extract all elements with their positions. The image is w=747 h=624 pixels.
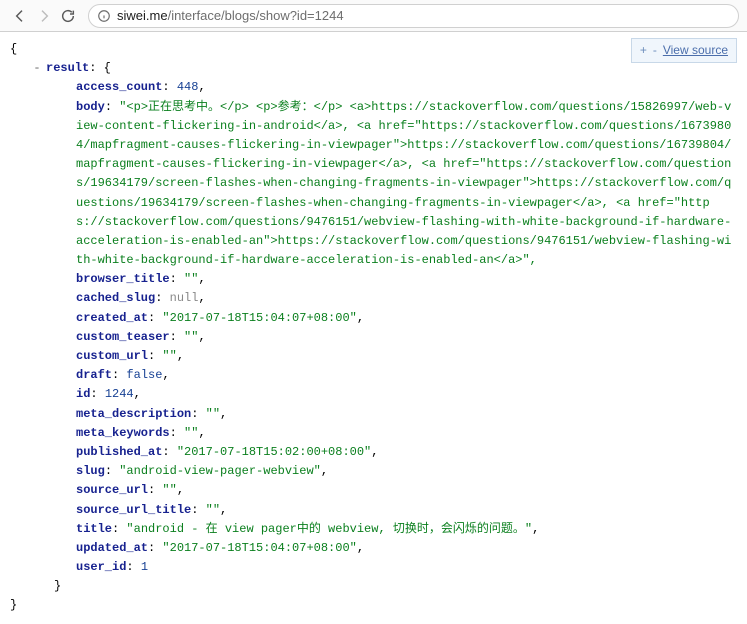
- prop-slug: slug: "android-view-pager-webview",: [10, 462, 737, 481]
- prop-access_count: access_count: 448,: [10, 78, 737, 97]
- view-source-link[interactable]: View source: [663, 41, 728, 60]
- prop-meta_keywords: meta_keywords: "",: [10, 424, 737, 443]
- prop-updated_at: updated_at: "2017-07-18T15:04:07+08:00",: [10, 539, 737, 558]
- result-close-brace: }: [10, 577, 737, 596]
- address-bar[interactable]: siwei.me/interface/blogs/show?id=1244: [88, 4, 739, 28]
- prop-created_at: created_at: "2017-07-18T15:04:07+08:00",: [10, 309, 737, 328]
- prop-id: id: 1244,: [10, 385, 737, 404]
- prop-body-key: body: "<p>正在思考中。</p> <p>参考：</p> <a>https…: [10, 98, 737, 271]
- info-icon: [97, 9, 111, 23]
- prop-published_at: published_at: "2017-07-18T15:02:00+08:00…: [10, 443, 737, 462]
- collapse-all-button[interactable]: -: [653, 41, 657, 60]
- browser-toolbar: siwei.me/interface/blogs/show?id=1244: [0, 0, 747, 32]
- url-text: siwei.me/interface/blogs/show?id=1244: [117, 8, 344, 23]
- json-viewer: + - View source { -result: { access_coun…: [0, 32, 747, 624]
- prop-source_url: source_url: "",: [10, 481, 737, 500]
- prop-draft: draft: false,: [10, 366, 737, 385]
- prop-source_url_title: source_url_title: "",: [10, 501, 737, 520]
- collapser-icon[interactable]: -: [32, 59, 42, 78]
- prop-cached_slug: cached_slug: null,: [10, 289, 737, 308]
- prop-title: title: "android - 在 view pager中的 webview…: [10, 520, 737, 539]
- prop-user_id: user_id: 1: [10, 558, 737, 577]
- expand-all-button[interactable]: +: [640, 41, 647, 60]
- root-close-brace: }: [10, 596, 737, 615]
- forward-button[interactable]: [32, 4, 56, 28]
- reload-button[interactable]: [56, 4, 80, 28]
- prop-body-value: "<p>正在思考中。</p> <p>参考：</p> <a>https://sta…: [76, 100, 731, 268]
- prop-custom_url: custom_url: "",: [10, 347, 737, 366]
- result-key-row: -result: {: [10, 59, 737, 78]
- back-button[interactable]: [8, 4, 32, 28]
- prop-custom_teaser: custom_teaser: "",: [10, 328, 737, 347]
- view-source-panel: + - View source: [631, 38, 737, 63]
- root-open-brace: {: [10, 40, 737, 59]
- prop-browser_title: browser_title: "",: [10, 270, 737, 289]
- prop-meta_description: meta_description: "",: [10, 405, 737, 424]
